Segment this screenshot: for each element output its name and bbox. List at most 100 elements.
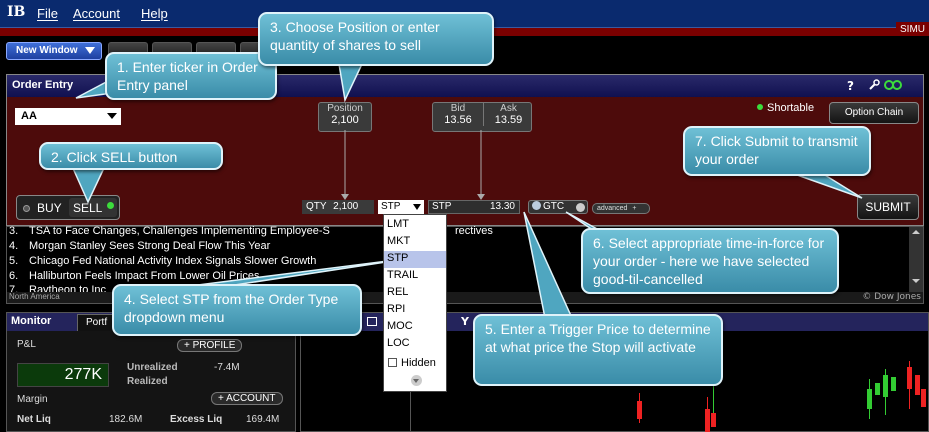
- account-button[interactable]: + ACCOUNT: [211, 392, 283, 405]
- submit-button[interactable]: SUBMIT: [857, 194, 919, 220]
- order-type-option-moc[interactable]: MOC: [384, 319, 446, 336]
- advanced-toggle[interactable]: advanced +: [592, 203, 650, 214]
- monitor-title: Monitor: [11, 315, 52, 327]
- excess-liq-value: 169.4M: [246, 414, 280, 425]
- callout-step-5: 5. Enter a Trigger Price to determine at…: [473, 314, 723, 386]
- time-in-force-select[interactable]: GTC: [528, 200, 588, 214]
- pnl-label: P&L: [17, 339, 36, 350]
- excess-liq-label: Excess Liq: [170, 414, 223, 425]
- order-type-option-lmt[interactable]: LMT: [384, 217, 446, 234]
- order-type-option-mkt[interactable]: MKT: [384, 234, 446, 251]
- candle: [883, 375, 888, 397]
- news-number: 4.: [9, 240, 19, 252]
- news-number: 5.: [9, 255, 19, 267]
- order-type-option-rpi[interactable]: RPI: [384, 302, 446, 319]
- chevron-down-icon[interactable]: [576, 203, 585, 212]
- news-headline: Halliburton Feels Impact From Lower Oil …: [29, 270, 260, 282]
- sell-label: SELL: [73, 201, 103, 215]
- stop-price-field[interactable]: STP 13.30: [428, 200, 520, 214]
- order-type-value: STP: [381, 201, 401, 212]
- chevron-down-icon[interactable]: [413, 204, 421, 210]
- checkbox-icon[interactable]: [388, 358, 397, 367]
- news-scrollbar[interactable]: [909, 227, 923, 293]
- margin-label: Margin: [17, 394, 48, 405]
- news-item[interactable]: 4. Morgan Stanley Sees Strong Deal Flow T…: [9, 240, 270, 252]
- candle: [907, 367, 912, 389]
- qty-value: 2,100: [333, 201, 359, 212]
- status-dot-icon: [757, 104, 763, 110]
- ticker-input[interactable]: AA: [15, 108, 121, 125]
- clock-icon: [532, 201, 541, 210]
- more-options-icon[interactable]: [411, 375, 422, 386]
- candle: [875, 383, 880, 395]
- order-entry-title: Order Entry: [12, 79, 74, 91]
- bid-value: 13.56: [444, 114, 472, 126]
- unrealized-value: -7.4M: [214, 362, 240, 373]
- candle: [705, 409, 710, 432]
- news-item[interactable]: 5. Chicago Fed National Activity Index Si…: [9, 255, 316, 267]
- stop-price-value: 13.30: [489, 201, 515, 212]
- unrealized-label: Unrealized: [127, 362, 178, 373]
- order-type-dropdown: LMT MKT STP TRAIL REL RPI MOC LOC Hidden: [383, 214, 447, 392]
- option-chain-label: Option Chain: [844, 107, 904, 118]
- quantity-field[interactable]: QTY 2,100: [302, 200, 374, 214]
- callout-step-7: 7. Click Submit to transmit your order: [683, 126, 871, 176]
- candle: [867, 389, 872, 409]
- hidden-checkbox[interactable]: Hidden: [388, 357, 436, 369]
- link-icon[interactable]: [883, 79, 903, 94]
- news-number: 6.: [9, 270, 19, 282]
- order-type-option-loc[interactable]: LOC: [384, 336, 446, 353]
- wrench-icon[interactable]: [867, 78, 881, 95]
- news-headline: TSA to Face Changes, Challenges Implemen…: [29, 225, 330, 237]
- order-type-select[interactable]: STP: [378, 200, 424, 214]
- price-type-label: STP: [432, 201, 452, 212]
- new-window-button[interactable]: New Window: [6, 42, 102, 60]
- ticker-value: AA: [21, 110, 37, 122]
- news-headline-tail: rectives: [455, 225, 493, 237]
- help-icon[interactable]: ?: [847, 79, 854, 93]
- sell-button[interactable]: SELL: [69, 198, 117, 217]
- realized-label: Realized: [127, 376, 168, 387]
- news-region-select[interactable]: North America: [9, 292, 60, 301]
- order-type-option-rel[interactable]: REL: [384, 285, 446, 302]
- bid-label: Bid: [450, 103, 466, 114]
- position-value: 2,100: [331, 114, 359, 126]
- profile-button[interactable]: + PROFILE: [177, 339, 243, 352]
- menu-account[interactable]: Account: [73, 6, 120, 21]
- shortable-label: Shortable: [767, 102, 815, 114]
- menu-file[interactable]: File: [37, 6, 58, 21]
- candle: [915, 375, 920, 395]
- candle: [637, 401, 642, 419]
- candle: [711, 413, 716, 427]
- ask-quote[interactable]: Ask 13.59: [483, 103, 533, 126]
- news-item[interactable]: 3. TSA to Face Changes, Challenges Implem…: [9, 225, 493, 237]
- order-type-option-stp[interactable]: STP: [384, 251, 446, 268]
- chevron-down-icon[interactable]: [107, 113, 117, 119]
- order-type-option-trail[interactable]: TRAIL: [384, 268, 446, 285]
- sell-led-icon: [107, 202, 114, 209]
- news-headline: Morgan Stanley Sees Strong Deal Flow Thi…: [29, 240, 271, 252]
- news-headline: Chicago Fed National Activity Index Sign…: [29, 255, 317, 267]
- buy-button[interactable]: BUY: [37, 201, 62, 215]
- net-liq-label: Net Liq: [17, 414, 51, 425]
- shortable-indicator: Shortable: [757, 102, 814, 114]
- callout-step-1: 1. Enter ticker in Order Entry panel: [105, 52, 277, 100]
- candle: [891, 377, 896, 391]
- ib-logo: IB: [7, 4, 26, 20]
- net-liq-value: 182.6M: [109, 414, 143, 425]
- option-chain-button[interactable]: Option Chain: [829, 102, 919, 124]
- news-item[interactable]: 6. Halliburton Feels Impact From Lower Oi…: [9, 270, 259, 282]
- bid-quote[interactable]: Bid 13.56: [433, 103, 483, 126]
- plus-icon: +: [632, 205, 637, 212]
- callout-step-6: 6. Select appropriate time-in-force for …: [581, 228, 839, 294]
- news-number: 3.: [9, 225, 19, 237]
- chevron-down-icon: [85, 47, 95, 54]
- bid-ask-box: Bid 13.56 Ask 13.59: [432, 102, 532, 132]
- pnl-value: 277K: [17, 363, 109, 387]
- simulated-badge: SIMU: [896, 22, 929, 37]
- advanced-label: advanced: [597, 205, 628, 212]
- submit-label: SUBMIT: [865, 200, 911, 214]
- menu-help[interactable]: Help: [141, 6, 168, 21]
- qty-label: QTY: [306, 201, 327, 212]
- position-box[interactable]: Position 2,100: [318, 102, 372, 132]
